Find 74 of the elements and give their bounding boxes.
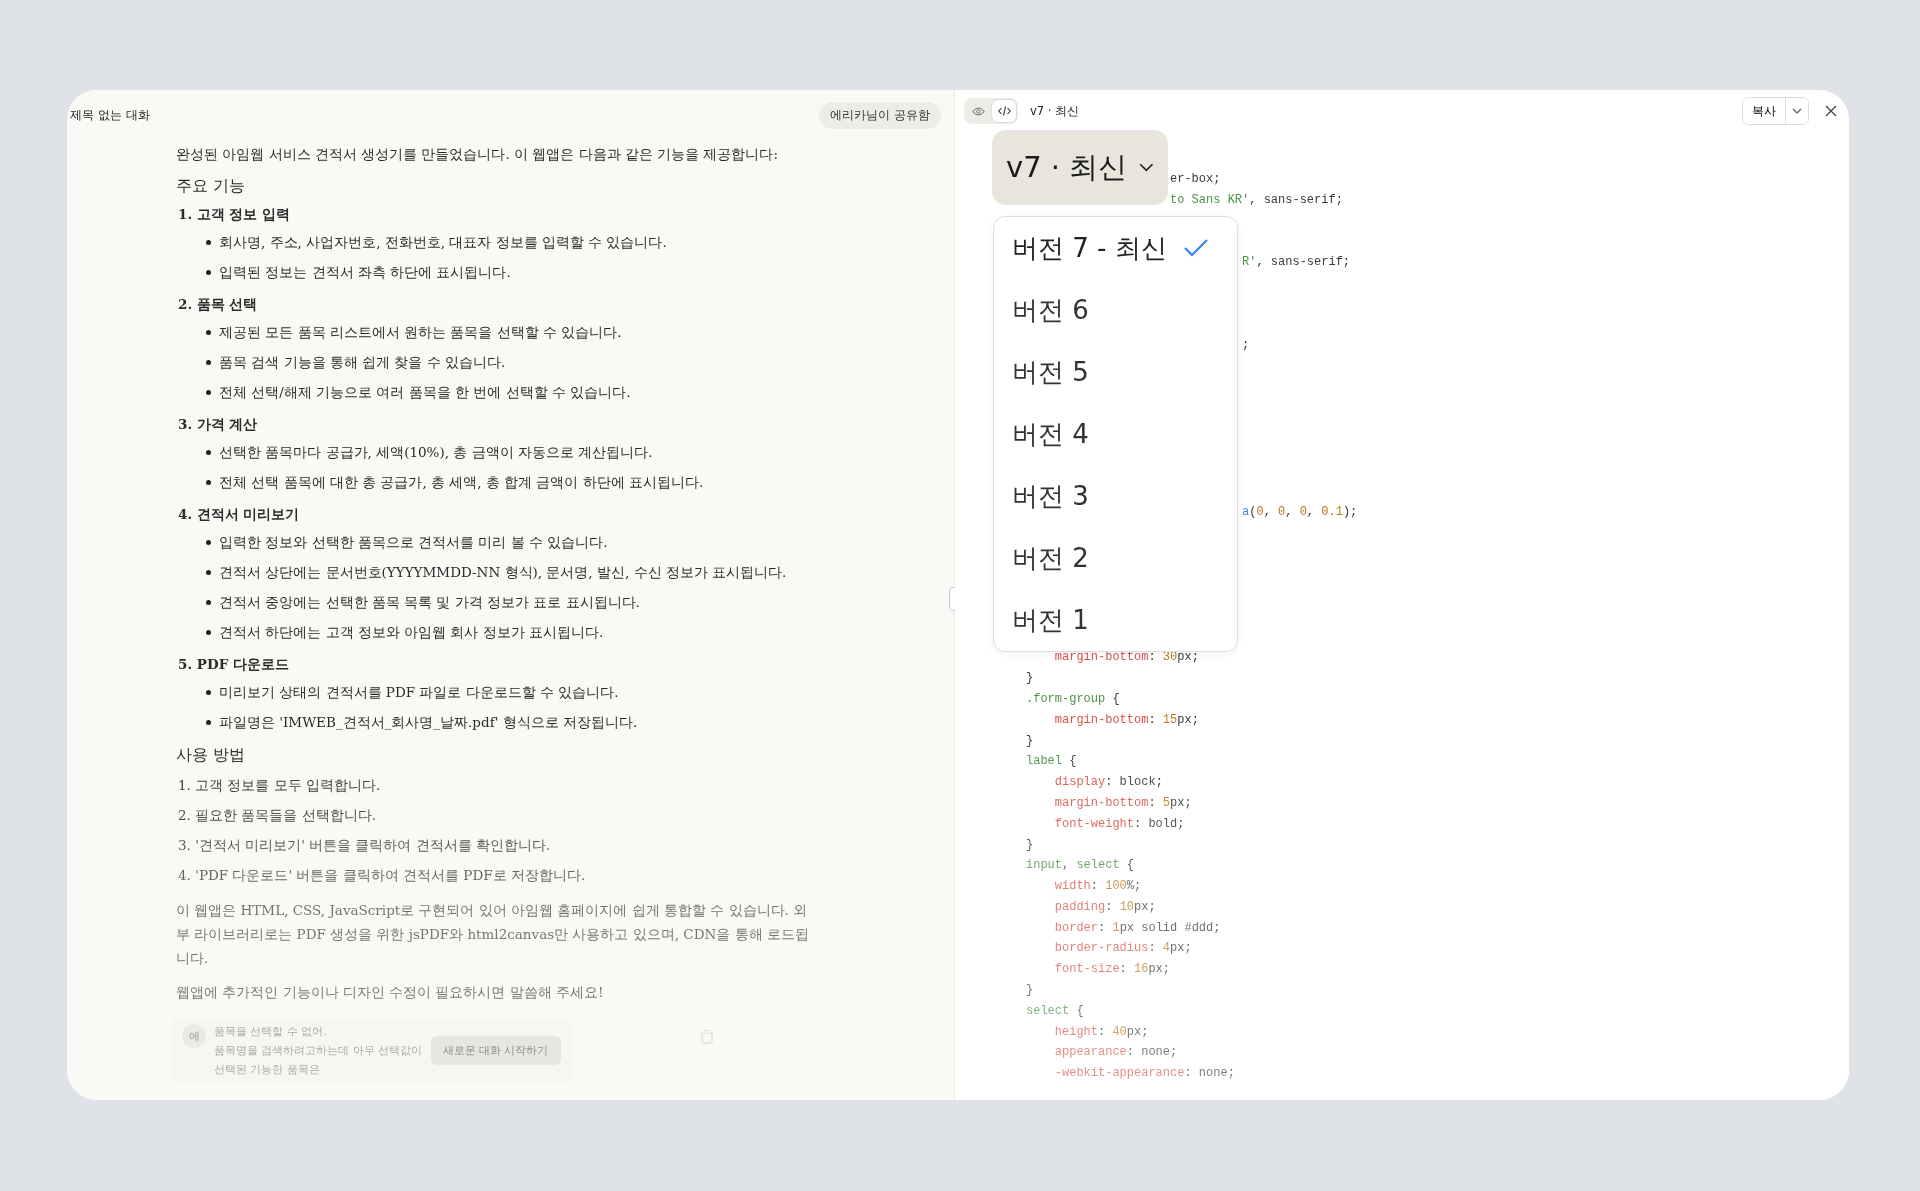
bullet-text: 견적서 하단에는 고객 정보와 아임웹 회사 정보가 표시됩니다. bbox=[219, 623, 604, 642]
code-line: a(0, 0, 0, 0.1); bbox=[1242, 504, 1358, 519]
code-line: border-radius: 4px; bbox=[1054, 941, 1192, 956]
code-line: width: 100%; bbox=[1054, 879, 1142, 894]
clipboard-icon[interactable] bbox=[701, 1030, 713, 1044]
code-line: padding: 10px; bbox=[1054, 899, 1156, 914]
bullet-text: 품목 검색 기능을 통해 쉽게 찾을 수 있습니다. bbox=[219, 353, 506, 372]
code-line: ; bbox=[1242, 338, 1250, 353]
version-dropdown-button[interactable]: v7 · 최신 bbox=[992, 130, 1168, 205]
step-text: 2. 필요한 품목들을 선택합니다. bbox=[177, 806, 378, 825]
bullet-text: 입력한 정보와 선택한 품목으로 견적서를 미리 볼 수 있습니다. bbox=[219, 533, 608, 552]
eye-icon bbox=[971, 106, 985, 116]
list-item-title: 1. 고객 정보 입력 bbox=[177, 205, 292, 224]
code-line: to Sans KR', sans-serif; bbox=[1170, 192, 1343, 207]
list-item-title: 2. 품목 선택 bbox=[177, 295, 259, 314]
step-text: 4. 'PDF 다운로드' 버튼을 클릭하여 견적서를 PDF로 저장합니다. bbox=[177, 866, 587, 885]
section-heading: 주요 기능 bbox=[176, 176, 247, 197]
code-line: appearance: none; bbox=[1054, 1045, 1178, 1060]
bullet-text: 견적서 중앙에는 선택한 품목 목록 및 가격 정보가 표로 표시됩니다. bbox=[219, 593, 640, 612]
version-menu-item[interactable]: 버전 5 bbox=[994, 341, 1237, 403]
code-line: font-size: 16px; bbox=[1054, 962, 1171, 977]
code-line: margin-bottom: 15px; bbox=[1054, 712, 1199, 727]
version-menu-item[interactable]: 버전 1 bbox=[994, 589, 1237, 651]
list-item-title: 4. 견적서 미리보기 bbox=[177, 505, 301, 524]
code-line: } bbox=[1026, 733, 1034, 748]
code-line: border: 1px solid #ddd; bbox=[1054, 920, 1221, 935]
code-line: input, select { bbox=[1026, 858, 1135, 873]
code-line: label { bbox=[1026, 754, 1077, 769]
version-menu-item[interactable]: 버전 7 - 최신 bbox=[994, 217, 1237, 279]
bullet-text: 입력된 정보는 견적서 좌측 하단에 표시됩니다. bbox=[219, 263, 511, 282]
message-paragraph: 완성된 아임웹 서비스 견적서 생성기를 만들었습니다. 이 웹앱은 다음과 같은 기능을 제공합니다: bbox=[176, 145, 780, 164]
code-icon bbox=[997, 106, 1011, 116]
prompt-text: 품목명을 검색하려고하는데 아무 선택값이 bbox=[214, 1043, 423, 1059]
section-heading: 사용 방법 bbox=[176, 745, 247, 766]
step-text: 1. 고객 정보를 모두 입력합니다. bbox=[177, 776, 382, 795]
prompt-text: 선택된 기능한 품목은 bbox=[214, 1062, 321, 1078]
code-line: R', sans-serif; bbox=[1242, 255, 1351, 270]
list-item-title: 3. 가격 계산 bbox=[177, 415, 259, 434]
bullet-text: 미리보기 상태의 견적서를 PDF 파일로 다운로드할 수 있습니다. bbox=[219, 683, 619, 702]
bullet-text: 선택한 품목마다 공급가, 세액(10%), 총 금액이 자동으로 계산됩니다. bbox=[219, 443, 653, 462]
list-item-title: 5. PDF 다운로드 bbox=[177, 655, 290, 674]
bullet-text: 제공된 모든 품목 리스트에서 원하는 품목을 선택할 수 있습니다. bbox=[219, 323, 622, 342]
code-line: margin-bottom: 5px; bbox=[1054, 795, 1192, 810]
version-menu-item[interactable]: 버전 6 bbox=[994, 279, 1237, 341]
message-paragraph: 웹앱에 추가적인 기능이나 디자인 수정이 필요하시면 말씀해 주세요! bbox=[176, 983, 605, 1002]
avatar: 에 bbox=[182, 1024, 206, 1048]
code-line: er-box; bbox=[1170, 172, 1221, 186]
conversation-title: 제목 없는 대화 bbox=[70, 106, 150, 124]
message-paragraph: 이 웹앱은 HTML, CSS, JavaScript로 구현되어 있어 아임웹 홈페이지에 쉽게 통합할 수 있습니다. 외부 라이브러리로는 PDF 생성을 위한 jsPDF와 html2canvas만 사용하고 있으며, CDN을 통해 로드됩니다. bbox=[176, 901, 810, 968]
bullet-text: 전체 선택 품목에 대한 총 공급가, 총 세액, 총 합계 금액이 하단에 표시됩니다. bbox=[219, 473, 704, 492]
version-menu-item[interactable]: 버전 4 bbox=[994, 403, 1237, 465]
code-line: height: 40px; bbox=[1054, 1024, 1149, 1039]
code-line: } bbox=[1026, 983, 1034, 998]
version-label: v7 · 최신 bbox=[1030, 103, 1080, 119]
code-line: font-weight: bold; bbox=[1054, 816, 1185, 831]
code-line: select { bbox=[1026, 1003, 1084, 1018]
code-view-tab[interactable] bbox=[992, 100, 1016, 122]
bullet-text: 회사명, 주소, 사업자번호, 전화번호, 대표자 정보를 입력할 수 있습니다. bbox=[219, 233, 667, 252]
bullet-text: 전체 선택/해제 기능으로 여러 품목을 한 번에 선택할 수 있습니다. bbox=[219, 383, 631, 402]
code-line: -webkit-appearance: none; bbox=[1054, 1066, 1235, 1081]
prompt-text: 품목을 선택할 수 없어. bbox=[214, 1024, 328, 1040]
code-line: display: block; bbox=[1054, 775, 1163, 790]
bullet-text: 견적서 상단에는 문서번호(YYYYMMDD-NN 형식), 문서명, 발신, 수신 정보가 표시됩니다. bbox=[219, 563, 787, 582]
step-text: 3. '견적서 미리보기' 버튼을 클릭하여 견적서를 확인합니다. bbox=[177, 836, 552, 855]
caret-icon bbox=[1792, 108, 1802, 114]
chevron-down-icon bbox=[1139, 162, 1154, 173]
version-menu-item[interactable]: 버전 2 bbox=[994, 527, 1237, 589]
code-line: .form-group { bbox=[1026, 691, 1120, 706]
check-icon bbox=[1182, 238, 1209, 258]
code-line: } bbox=[1026, 837, 1034, 852]
shared-by-chip: 에리카님이 공유함 bbox=[819, 101, 941, 129]
bullet-text: 파일명은 'IMWEB_견적서_회사명_날짜.pdf' 형식으로 저장됩니다. bbox=[219, 713, 638, 732]
code-line: } bbox=[1026, 671, 1034, 686]
version-menu-item[interactable]: 버전 3 bbox=[994, 465, 1237, 527]
